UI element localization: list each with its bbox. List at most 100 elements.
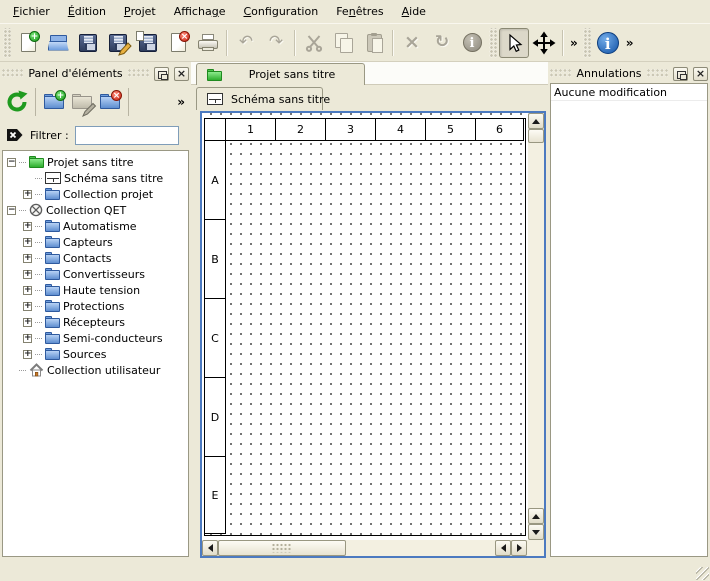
elements-panel-title: Panel d'éléments	[28, 67, 122, 80]
clear-filter-button[interactable]	[6, 127, 24, 143]
elements-panel-titlebar[interactable]: Panel d'éléments	[2, 64, 189, 83]
element-info-button[interactable]: i	[457, 28, 487, 58]
project-tab[interactable]: Projet sans titre	[196, 63, 365, 85]
panel-overflow-button[interactable]: »	[174, 95, 188, 109]
collapse-icon[interactable]: −	[7, 158, 16, 167]
scroll-up-button[interactable]	[528, 508, 544, 524]
scroll-down-button[interactable]	[528, 524, 544, 540]
status-bar	[0, 559, 710, 581]
dock-float-button[interactable]	[154, 67, 169, 81]
tree-item-capteurs[interactable]: + Capteurs	[3, 234, 188, 250]
expand-icon[interactable]: +	[23, 254, 32, 263]
dock-drag-texture[interactable]	[647, 69, 668, 78]
select-tool-button[interactable]	[499, 28, 529, 58]
reload-collections-button[interactable]	[3, 88, 31, 116]
toolbar-drag-handle[interactable]	[3, 28, 11, 58]
expand-icon[interactable]: +	[23, 238, 32, 247]
tree-item-label: Collection utilisateur	[47, 364, 160, 377]
scroll-left-button[interactable]	[495, 540, 511, 556]
tree-item-contacts[interactable]: +Contacts	[3, 250, 188, 266]
undo-button[interactable]: ↶	[231, 28, 261, 58]
paste-button[interactable]	[359, 28, 389, 58]
dock-drag-texture[interactable]	[550, 69, 571, 78]
tree-item-collection-utilisateur[interactable]: Collection utilisateur	[3, 362, 188, 378]
tree-item-convertisseurs[interactable]: +Convertisseurs	[3, 266, 188, 282]
rotate-button[interactable]: ↻	[427, 28, 457, 58]
new-category-button[interactable]: +	[40, 88, 68, 116]
open-document-button[interactable]	[43, 28, 73, 58]
vertical-scrollbar[interactable]	[528, 113, 544, 540]
dock-float-button[interactable]	[673, 67, 688, 81]
expand-icon[interactable]: +	[23, 318, 32, 327]
dock-close-button[interactable]	[693, 67, 708, 81]
collapse-icon[interactable]: −	[7, 206, 16, 215]
tree-item-schema-sans-titre[interactable]: Schéma sans titre	[3, 170, 188, 186]
menu-edition[interactable]: Édition	[59, 0, 115, 23]
delete-category-button[interactable]: ×	[96, 88, 124, 116]
dock-drag-texture[interactable]	[2, 69, 23, 78]
move-tool-button[interactable]	[529, 28, 559, 58]
tree-item-semi-conducteurs[interactable]: +Semi-conducteurs	[3, 330, 188, 346]
save-all-button[interactable]	[133, 28, 163, 58]
redo-arrow-icon: ↷	[269, 34, 283, 51]
toolbar-drag-handle[interactable]	[583, 28, 591, 58]
edit-category-button[interactable]	[68, 88, 96, 116]
undo-list-item[interactable]: Aucune modification	[551, 84, 707, 101]
cut-button[interactable]	[299, 28, 329, 58]
tree-item-sources[interactable]: +Sources	[3, 346, 188, 362]
cursor-arrow-icon	[504, 33, 524, 53]
schema-tab[interactable]: Schéma sans titre	[196, 87, 323, 110]
tree-item-recepteurs[interactable]: +Récepteurs	[3, 314, 188, 330]
clipboard-icon	[367, 34, 382, 52]
copy-button[interactable]	[329, 28, 359, 58]
expand-icon[interactable]: +	[23, 302, 32, 311]
redo-button[interactable]: ↷	[261, 28, 291, 58]
diagram-canvas[interactable]: 123456ABCDE	[202, 113, 528, 540]
dock-close-button[interactable]	[174, 67, 189, 81]
menu-fichier[interactable]: Fichier	[4, 0, 59, 23]
column-header-6: 6	[476, 119, 524, 141]
tree-item-label: Protections	[63, 300, 124, 313]
expand-icon[interactable]: +	[23, 286, 32, 295]
expand-icon[interactable]: +	[23, 190, 32, 199]
expand-icon[interactable]: +	[23, 350, 32, 359]
horizontal-scrollbar[interactable]	[202, 540, 544, 556]
tree-item-protections[interactable]: + Protections	[3, 298, 188, 314]
tree-item-projet-sans-titre[interactable]: −Projet sans titre	[3, 154, 188, 170]
tree-connector	[35, 306, 42, 307]
menu-fenetres[interactable]: Fenêtres	[327, 0, 392, 23]
toolbar-drag-handle[interactable]	[489, 28, 497, 58]
column-header-3: 3	[326, 119, 376, 141]
toolbar-overflow-button[interactable]: »	[567, 36, 581, 50]
undo-panel-titlebar[interactable]: Annulations	[550, 64, 708, 83]
save-button[interactable]	[73, 28, 103, 58]
tree-item-label: Capteurs	[63, 236, 113, 249]
menu-aide[interactable]: Aide	[393, 0, 435, 23]
menu-projet[interactable]: Projet	[115, 0, 165, 23]
expand-icon[interactable]: +	[23, 270, 32, 279]
filter-input[interactable]	[75, 126, 179, 145]
about-qet-button[interactable]: i	[593, 28, 623, 58]
save-as-button[interactable]	[103, 28, 133, 58]
expand-icon[interactable]: +	[23, 222, 32, 231]
vertical-scroll-thumb[interactable]	[528, 129, 544, 143]
print-button[interactable]	[193, 28, 223, 58]
scroll-up-button[interactable]	[528, 113, 544, 129]
close-document-button[interactable]: ×	[163, 28, 193, 58]
tree-connector	[35, 242, 42, 243]
scroll-left-button[interactable]	[202, 540, 218, 556]
new-document-button[interactable]: +	[13, 28, 43, 58]
horizontal-scroll-thumb[interactable]	[218, 540, 346, 556]
menu-configuration[interactable]: Configuration	[234, 0, 327, 23]
dock-drag-texture[interactable]	[128, 69, 149, 78]
menu-affichage[interactable]: Affichage	[165, 0, 235, 23]
expand-icon[interactable]: +	[23, 334, 32, 343]
delete-button[interactable]: ×	[397, 28, 427, 58]
scroll-right-button[interactable]	[511, 540, 527, 556]
tree-item-haute-tension[interactable]: +Haute tension	[3, 282, 188, 298]
resize-grip[interactable]	[696, 567, 709, 580]
tree-item-automatisme[interactable]: +Automatisme	[3, 218, 188, 234]
toolbar-overflow-button[interactable]: »	[623, 36, 637, 50]
tree-item-collection-projet[interactable]: +Collection projet	[3, 186, 188, 202]
tree-item-collection-qet[interactable]: −Collection QET	[3, 202, 188, 218]
